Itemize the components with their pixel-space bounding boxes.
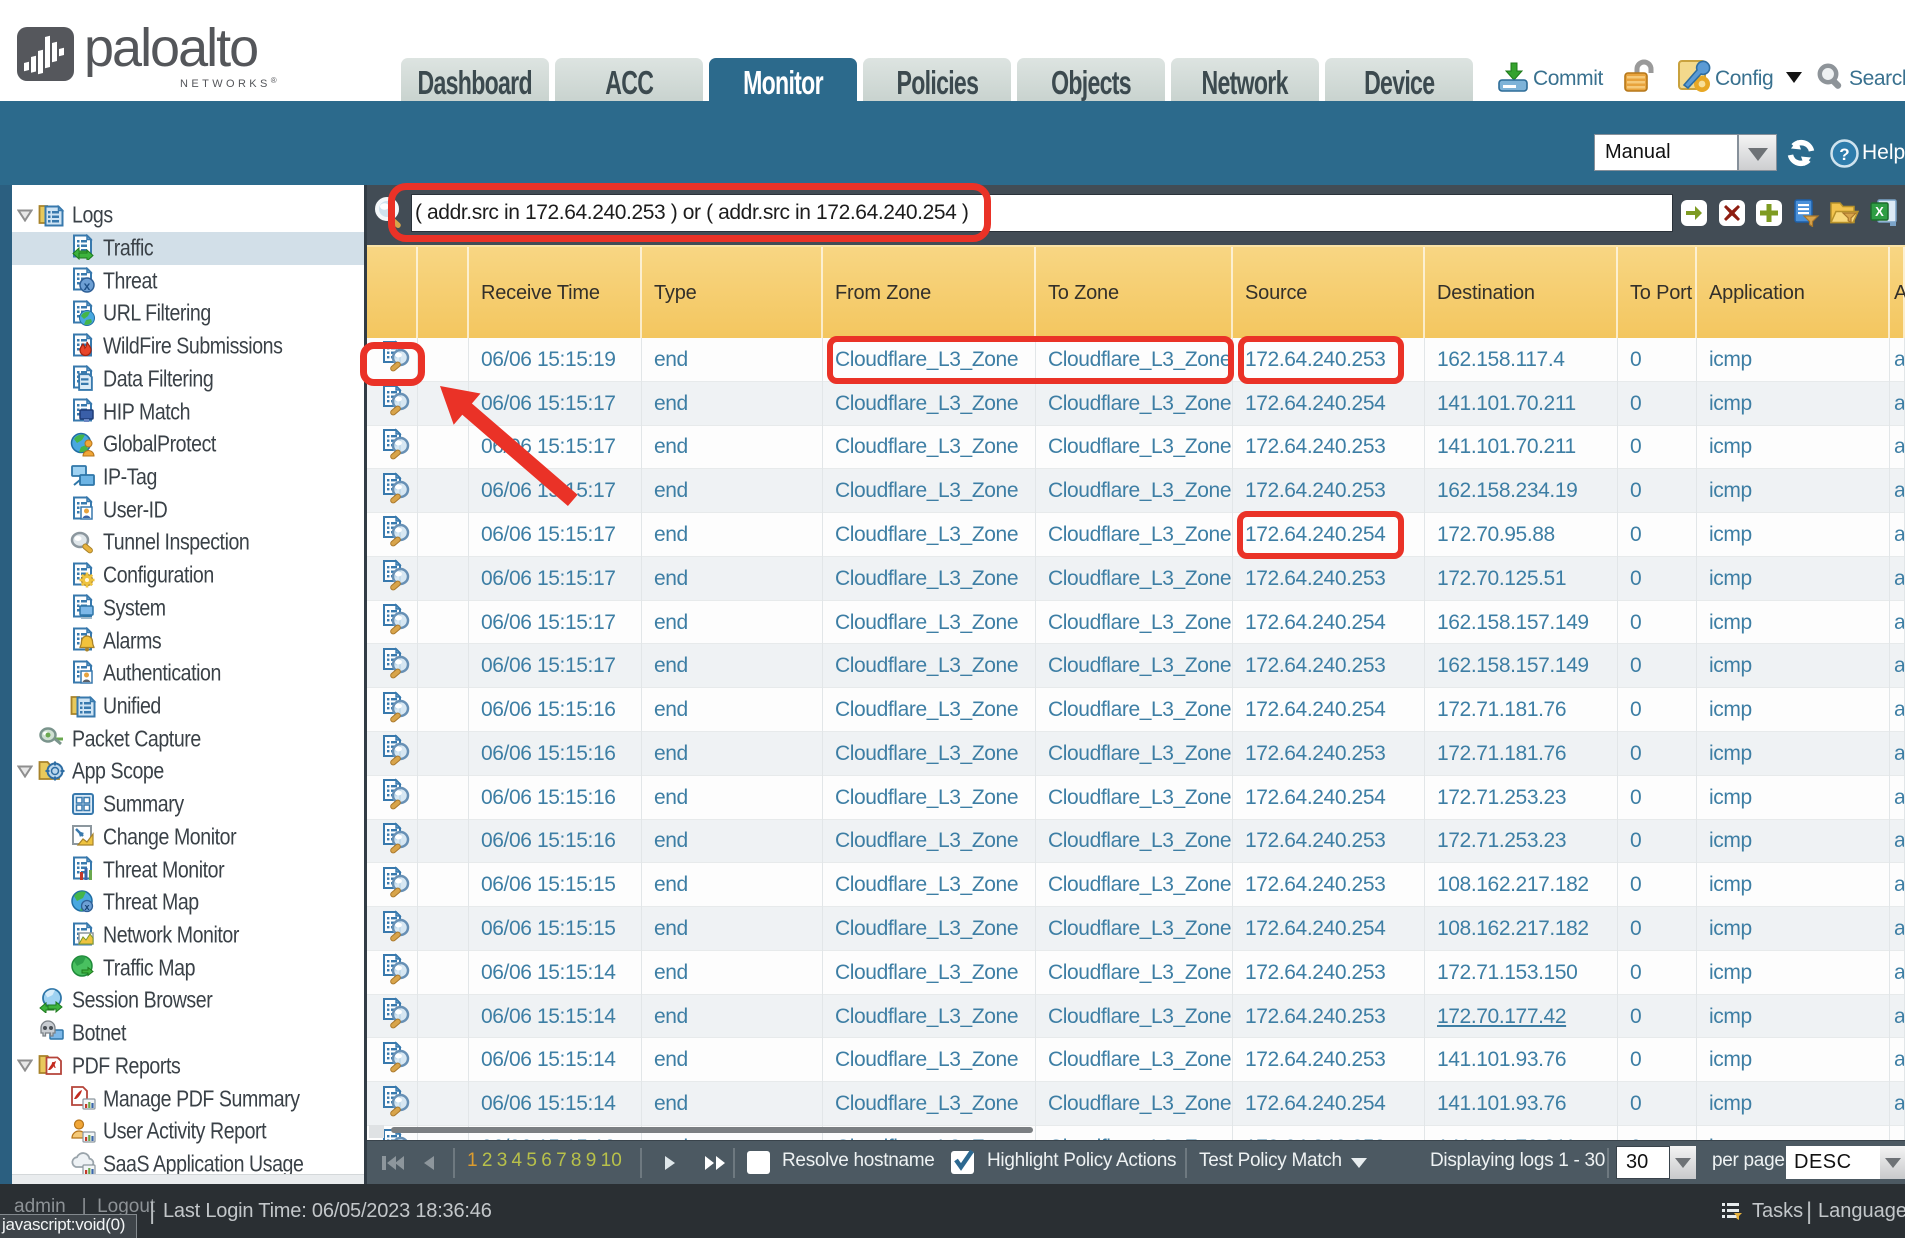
svg-text:X: X: [1875, 204, 1884, 219]
svg-text:x: x: [84, 279, 91, 293]
svg-text:A: A: [50, 1061, 56, 1070]
svg-text:x: x: [84, 902, 89, 912]
svg-text:?: ?: [1839, 145, 1849, 164]
